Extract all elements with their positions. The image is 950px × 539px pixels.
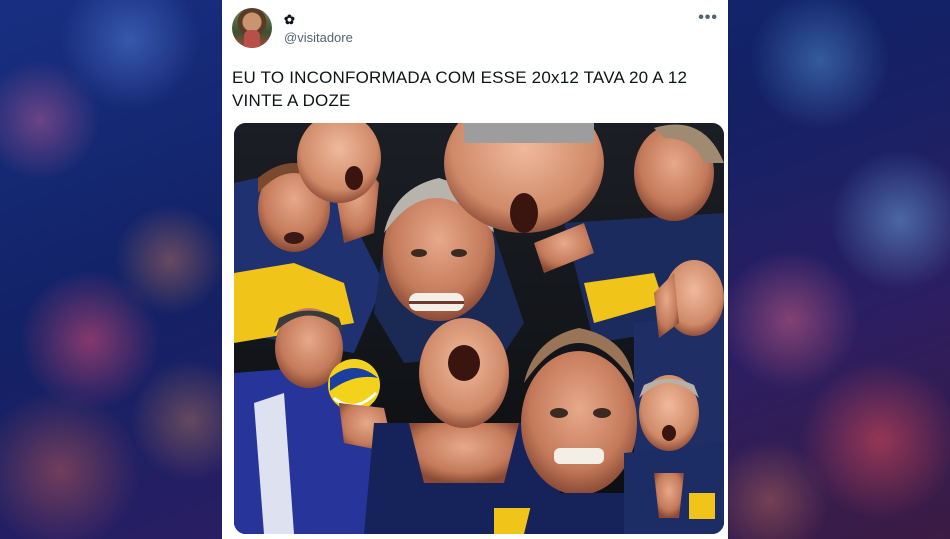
display-name[interactable]: ✿ xyxy=(284,12,295,28)
avatar[interactable] xyxy=(232,8,272,48)
tweet-header: ✿ @visitadore ••• xyxy=(232,8,718,52)
tweet-text: EU TO INCONFORMADA COM ESSE 20x12 TAVA 2… xyxy=(232,68,688,110)
photo-collage-image xyxy=(234,123,724,534)
tweet-media-image[interactable] xyxy=(234,123,724,534)
more-options-icon[interactable]: ••• xyxy=(698,10,718,26)
tweet-card: ✿ @visitadore ••• EU TO INCONFORMADA COM… xyxy=(222,0,728,539)
user-handle[interactable]: @visitadore xyxy=(284,30,353,45)
